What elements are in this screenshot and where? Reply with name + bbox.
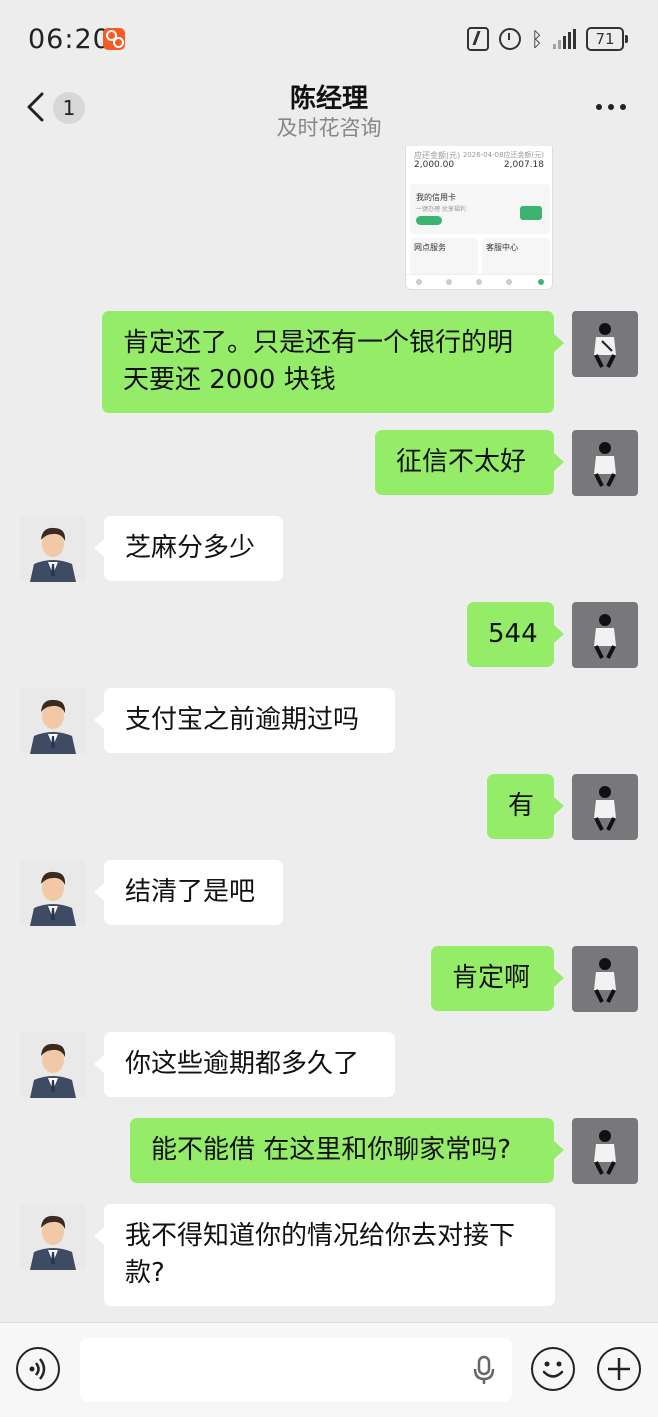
emoji-icon[interactable]: [531, 1347, 575, 1391]
message-bubble-incoming[interactable]: 芝麻分多少: [94, 516, 283, 581]
plus-icon[interactable]: [597, 1347, 641, 1391]
mic-icon[interactable]: [470, 1355, 498, 1385]
app-notification-icon: [103, 28, 125, 50]
nfc-icon: [467, 27, 489, 51]
screenshot-right-value: 2,007.18: [503, 160, 544, 170]
message-bubble-incoming[interactable]: 支付宝之前逾期过吗: [94, 688, 395, 753]
screenshot-right-label: 2026-04-08应还金额(元): [462, 151, 544, 159]
screenshot-service-right: 客服中心: [486, 243, 518, 252]
status-time: 06:20: [28, 24, 111, 55]
chat-header: 1 陈经理 及时花咨询: [0, 78, 658, 146]
message-bubble-incoming[interactable]: 你这些逾期都多久了: [94, 1032, 395, 1097]
credit-card-icon: [520, 206, 542, 220]
message-bubble-incoming[interactable]: 结清了是吧: [94, 860, 283, 925]
status-icons: ᛒ 71: [467, 26, 628, 52]
shared-screenshot-image[interactable]: 应还金额(元) 2,000.00 2026-04-08应还金额(元) 2,007…: [405, 146, 553, 290]
contact-avatar[interactable]: [20, 1204, 86, 1270]
status-bar: 06:20 ᛒ 71: [0, 0, 658, 78]
my-avatar[interactable]: [572, 1118, 638, 1184]
battery-level: 71: [586, 27, 624, 51]
screenshot-card-sub: 一键办理 优享福利: [416, 206, 466, 213]
screenshot-left-value: 2,000.00: [414, 160, 455, 170]
message-bubble-outgoing[interactable]: 肯定啊: [431, 946, 564, 1011]
message-input[interactable]: [80, 1338, 512, 1402]
message-bubble-outgoing[interactable]: 征信不太好: [375, 430, 564, 495]
my-avatar[interactable]: [572, 430, 638, 496]
contact-avatar[interactable]: [20, 860, 86, 926]
message-bubble-outgoing[interactable]: 有: [487, 774, 564, 839]
contact-avatar[interactable]: [20, 1032, 86, 1098]
contact-avatar[interactable]: [20, 516, 86, 582]
battery-icon: 71: [586, 27, 628, 51]
my-avatar[interactable]: [572, 602, 638, 668]
voice-icon[interactable]: [16, 1347, 60, 1391]
chat-title: 陈经理: [289, 84, 368, 114]
signal-icon: [553, 29, 576, 49]
message-bubble-incoming[interactable]: 我不得知道你的情况给你去对接下款?: [94, 1204, 555, 1306]
chat-subtitle: 及时花咨询: [276, 116, 382, 140]
message-bubble-outgoing[interactable]: 肯定还了。只是还有一个银行的明天要还 2000 块钱: [102, 311, 564, 413]
screenshot-card-title: 我的信用卡: [416, 193, 456, 202]
message-bubble-outgoing[interactable]: 544: [467, 602, 564, 667]
message-bubble-outgoing[interactable]: 能不能借 在这里和你聊家常吗?: [130, 1118, 564, 1183]
bluetooth-icon: ᛒ: [531, 27, 543, 51]
contact-avatar[interactable]: [20, 688, 86, 754]
my-avatar[interactable]: [572, 946, 638, 1012]
my-avatar[interactable]: [572, 774, 638, 840]
screenshot-service-left: 网点服务: [414, 243, 446, 252]
alarm-icon: [499, 28, 521, 50]
my-avatar[interactable]: [572, 311, 638, 377]
input-bar: [0, 1322, 658, 1417]
message-list[interactable]: 应还金额(元) 2,000.00 2026-04-08应还金额(元) 2,007…: [0, 146, 658, 1322]
more-icon[interactable]: [596, 104, 626, 110]
